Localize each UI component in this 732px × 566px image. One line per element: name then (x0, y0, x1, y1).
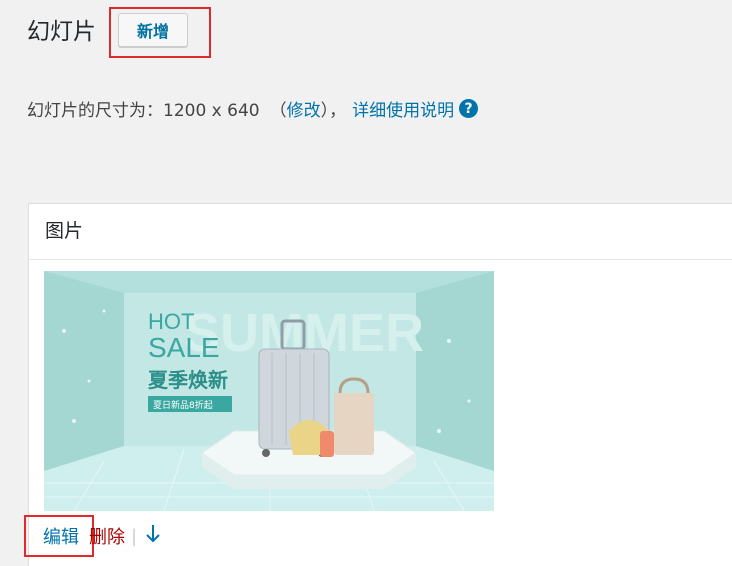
bag-body (334, 393, 374, 455)
wheel-left (262, 449, 270, 457)
slide-thumbnail[interactable]: SUMMER HOT SALE 夏季焕新 夏日新品8折起 (44, 271, 494, 511)
size-description: 幻灯片的尺寸为：1200 x 640 （ 修改 ）， 详细使用说明 ? (27, 96, 479, 121)
slide-actions: 编辑 删除 | (43, 523, 161, 549)
page-title: 幻灯片 (27, 19, 96, 45)
left-wall (44, 271, 124, 471)
action-separator: | (131, 525, 138, 547)
bottle (320, 431, 334, 457)
delete-link[interactable]: 删除 (89, 523, 125, 549)
sale-text: SALE (148, 332, 220, 363)
slides-panel: 图片 SUMMER HOT SALE 夏季焕新 夏日新品8折起 (28, 203, 732, 566)
banner-headline: 夏季焕新 (148, 368, 228, 392)
right-wall (416, 271, 494, 471)
size-text: 幻灯片的尺寸为：1200 x 640 (27, 101, 260, 121)
hot-text: HOT (148, 309, 194, 334)
title-row: 幻灯片 (27, 8, 96, 56)
banner-tag: 夏日新品8折起 (153, 399, 213, 411)
add-new-button[interactable]: 新增 (118, 13, 188, 47)
edit-link[interactable]: 编辑 (43, 523, 79, 549)
help-link[interactable]: 详细使用说明 (352, 96, 454, 121)
open-paren: （ (269, 101, 287, 121)
close-paren: ）， (320, 101, 347, 121)
panel-header: 图片 (29, 204, 732, 260)
slide-image: SUMMER HOT SALE 夏季焕新 夏日新品8折起 (44, 271, 494, 511)
arrow-down-icon[interactable] (145, 524, 161, 549)
modify-size-link[interactable]: 修改 (287, 96, 321, 121)
slides-page: 幻灯片 新增 幻灯片的尺寸为：1200 x 640 （ 修改 ）， 详细使用说明… (0, 0, 732, 566)
question-circle-icon[interactable]: ? (459, 99, 479, 118)
arrow-down-svg (146, 524, 160, 542)
